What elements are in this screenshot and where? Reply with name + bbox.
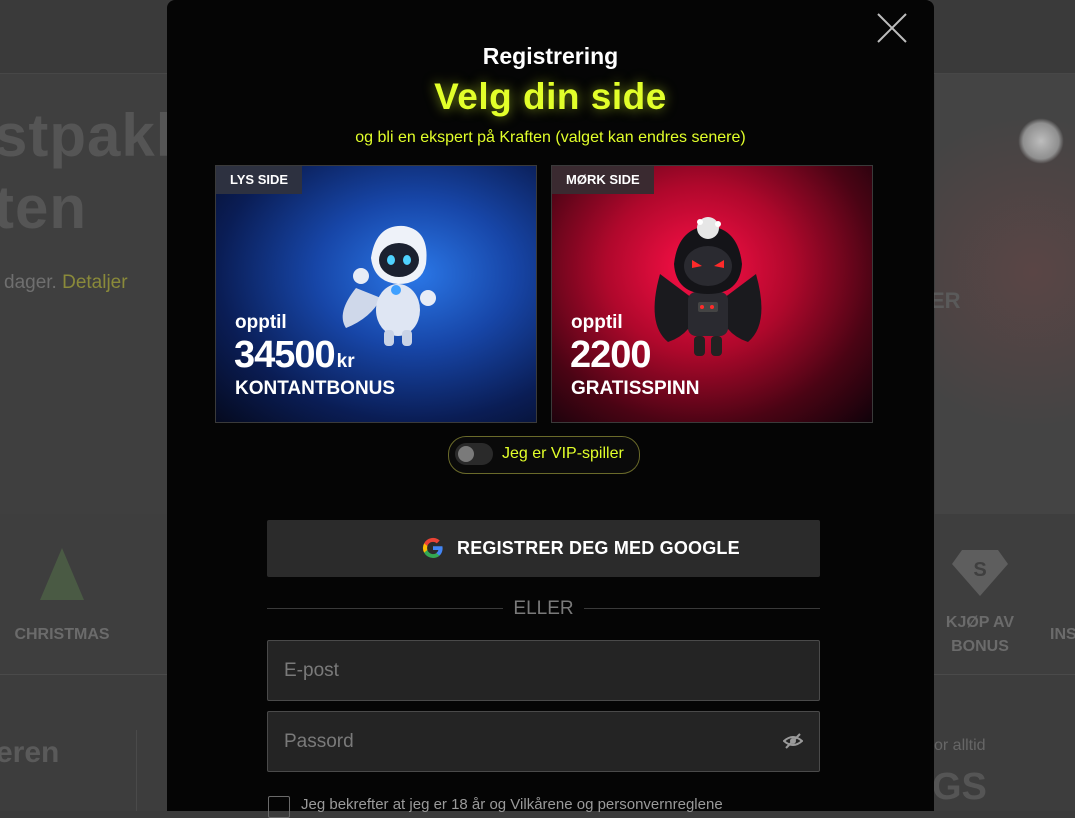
light-side-kind: KONTANTBONUS: [235, 378, 396, 399]
light-hooded-character-icon: [342, 225, 436, 346]
dark-side-card[interactable]: MØRK SIDE opptil 2200 GRATISSPINN: [551, 165, 873, 423]
background-bottom-right-big: GS: [932, 766, 987, 808]
category-buy-bonus[interactable]: KJØP AV BONUS: [938, 611, 1022, 659]
splat-decoration: [1018, 118, 1064, 164]
terms-checkbox[interactable]: [268, 796, 290, 818]
modal-title: Registrering: [482, 43, 619, 69]
light-side-card[interactable]: LYS SIDE opptil 34500 kr KONTANTBONUS: [215, 165, 537, 423]
light-side-amount-value: 34500: [234, 334, 336, 376]
or-text: ELLER: [513, 598, 574, 619]
terms-text: Jeg bekrefter at jeg er 18 år og Vilkåre…: [301, 796, 723, 813]
svg-text:S: S: [973, 559, 986, 581]
christmas-tree-icon: [40, 548, 84, 600]
dark-side-upto: opptil: [571, 312, 623, 333]
dark-side-tag: MØRK SIDE: [552, 166, 654, 194]
google-icon: [422, 537, 443, 558]
modal-subline: og bli en ekspert på Kraften (valget kan…: [355, 129, 746, 146]
background-bottom-left-text: eren: [0, 736, 60, 769]
vip-label: Jeg er VIP-spiller: [502, 445, 624, 462]
modal-headline: Velg din side: [434, 76, 667, 117]
close-icon[interactable]: [874, 10, 910, 46]
background-bottom-right-small: or alltid: [934, 737, 986, 754]
dark-hooded-character-icon: [654, 217, 762, 356]
password-field-wrapper: [267, 711, 820, 772]
background-hero-title: stpakl ten: [0, 100, 173, 244]
dark-side-kind: GRATISSPINN: [571, 378, 700, 399]
hero-title-line1: stpakl: [0, 102, 174, 169]
category-ins[interactable]: INS: [1050, 623, 1075, 647]
terms-row: Jeg bekrefter at jeg er 18 år og Vilkåre…: [267, 795, 827, 818]
background-hero-right-text: ER: [930, 288, 961, 313]
hero-sub-text: dager.: [4, 272, 57, 293]
dark-side-amount: 2200: [570, 334, 652, 376]
register-google-label: REGISTRER DEG MED GOOGLE: [457, 538, 740, 558]
background-divider: [136, 730, 137, 811]
vip-toggle[interactable]: Jeg er VIP-spiller: [448, 436, 640, 474]
password-field[interactable]: [268, 712, 819, 771]
light-side-amount: 34500 kr: [234, 334, 355, 377]
or-line-right: [584, 608, 820, 609]
email-field[interactable]: [268, 641, 819, 700]
vip-switch-knob: [458, 446, 474, 462]
hero-title-line2: ten: [0, 174, 87, 241]
category-christmas[interactable]: CHRISTMAS: [12, 623, 112, 647]
eye-slash-icon[interactable]: [783, 733, 803, 749]
light-side-amount-unit: kr: [336, 351, 355, 372]
vip-switch[interactable]: [455, 443, 493, 465]
or-divider: ELLER: [267, 596, 820, 620]
light-side-upto: opptil: [235, 312, 287, 333]
hero-details-link[interactable]: Detaljer: [62, 272, 127, 293]
register-google-button[interactable]: REGISTRER DEG MED GOOGLE: [267, 520, 820, 577]
light-side-tag: LYS SIDE: [216, 166, 303, 194]
email-field-wrapper: [267, 640, 820, 701]
background-hero-sub: dager. Detaljer: [4, 272, 128, 294]
diamond-s-icon: S: [952, 550, 1008, 596]
